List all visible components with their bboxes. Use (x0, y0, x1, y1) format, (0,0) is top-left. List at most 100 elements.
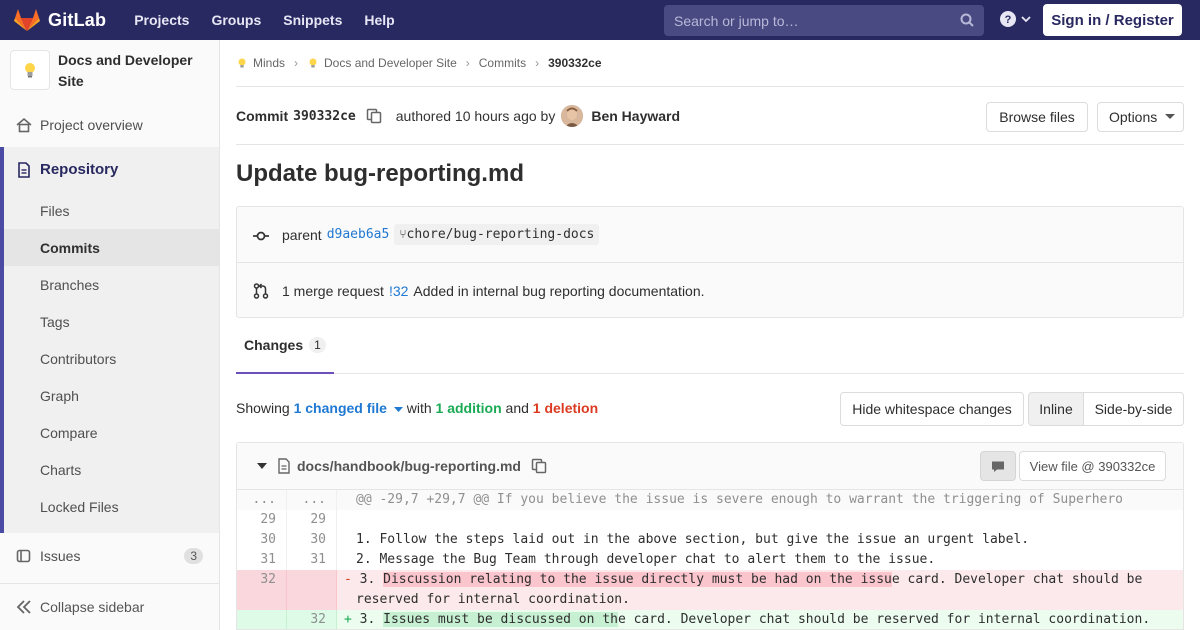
copy-icon[interactable] (366, 108, 382, 124)
nav-groups[interactable]: Groups (211, 12, 261, 28)
old-line-number (237, 610, 287, 629)
sidebar-item-tags[interactable]: Tags (0, 303, 219, 340)
commit-sha: 390332ce (293, 108, 356, 124)
deleted-wrap: reserved for internal coordination. (356, 592, 630, 607)
diff-line-added: 32 + 3. Issues must be discussed on the … (237, 610, 1183, 629)
tab-changes[interactable]: Changes 1 (236, 318, 334, 374)
breadcrumb-project[interactable]: Docs and Developer Site (307, 56, 457, 70)
copy-file-path-icon[interactable] (531, 458, 547, 474)
diff-file: docs/handbook/bug-reporting.md View file… (236, 442, 1184, 630)
sidebar-item-files[interactable]: Files (0, 192, 219, 229)
sidebar-item-graph[interactable]: Graph (0, 377, 219, 414)
breadcrumb-group-label: Minds (253, 56, 286, 70)
old-line-number[interactable]: ... (237, 490, 287, 510)
help-dropdown[interactable]: ? (1000, 11, 1032, 27)
merge-request-icon (253, 283, 269, 299)
sidebar-item-issues[interactable]: Issues 3 (0, 537, 219, 574)
comment-icon (992, 461, 1004, 472)
chevron-down-icon (1021, 16, 1031, 23)
home-icon (16, 117, 32, 132)
new-line-number[interactable]: 32 (287, 610, 337, 629)
branch-icon: ⑂ (399, 227, 407, 241)
breadcrumb-group[interactable]: Minds (236, 56, 285, 70)
branch-pill[interactable]: ⑂chore/bug-reporting-docs (394, 224, 600, 245)
sidebar-item-repository[interactable]: Repository (0, 151, 219, 188)
inline-view-button[interactable]: Inline (1028, 392, 1084, 426)
diff-line: 29 29 (237, 510, 1183, 530)
new-line-number[interactable]: ... (287, 490, 337, 510)
sidebar-item-contributors[interactable]: Contributors (0, 340, 219, 377)
search-input[interactable]: Search or jump to… (664, 5, 984, 36)
file-path[interactable]: docs/handbook/bug-reporting.md (297, 458, 521, 474)
sidebar-item-branches[interactable]: Branches (0, 266, 219, 303)
diff-hunk-row: ... ... @@ -29,7 +29,7 @@ If you believe… (237, 490, 1183, 510)
diff-file-header: docs/handbook/bug-reporting.md View file… (237, 443, 1183, 490)
brand-name: GitLab (48, 9, 107, 30)
parent-row: parent d9aeb6a5 ⑂chore/bug-reporting-doc… (237, 207, 1183, 263)
view-file-button[interactable]: View file @ 390332ce (1019, 451, 1166, 481)
breadcrumb-separator-icon: › (465, 56, 470, 70)
sidebar-item-charts[interactable]: Charts (0, 451, 219, 488)
nav-snippets[interactable]: Snippets (283, 12, 342, 28)
sidebar-item-project-overview[interactable]: Project overview (0, 106, 219, 143)
showing-label: Showing (236, 400, 290, 416)
browse-files-button[interactable]: Browse files (986, 102, 1088, 132)
old-line-number[interactable]: 29 (237, 510, 287, 530)
merge-request-link[interactable]: !32 (389, 283, 408, 299)
gitlab-logo[interactable]: GitLab (14, 8, 106, 32)
diff-line-code: 1. Follow the steps laid out in the abov… (356, 532, 1030, 547)
project-avatar-icon (309, 58, 317, 68)
deletion-marker: - (344, 572, 360, 587)
hide-whitespace-button[interactable]: Hide whitespace changes (840, 392, 1024, 426)
sidebar-item-label: Commits (40, 239, 100, 256)
merge-request-title: Added in internal bug reporting document… (413, 282, 705, 299)
comments-toggle-button[interactable] (980, 451, 1016, 481)
author-name[interactable]: Ben Hayward (591, 108, 680, 124)
new-line-number[interactable]: 31 (287, 550, 337, 570)
new-line-number[interactable]: 30 (287, 530, 337, 550)
diff-line-code: - 3. Discussion relating to the issue di… (337, 570, 1183, 610)
sign-in-button[interactable]: Sign in / Register (1043, 4, 1182, 36)
nav-projects[interactable]: Projects (134, 12, 189, 28)
sidebar-item-label: Tags (40, 313, 70, 330)
old-line-number[interactable]: 30 (237, 530, 287, 550)
caret-down-icon (393, 407, 403, 412)
project-header[interactable]: Docs and Developer Site (0, 40, 219, 106)
old-line-number[interactable]: 32 (237, 570, 287, 610)
collapse-sidebar-button[interactable]: Collapse sidebar (0, 583, 219, 630)
new-line-number[interactable]: 29 (287, 510, 337, 530)
sidebar-item-label: Branches (40, 276, 100, 293)
breadcrumb-commits[interactable]: Commits (479, 56, 526, 70)
sidebar-item-label: Project overview (40, 116, 143, 133)
added-rest: e card. Developer chat should be reserve… (617, 612, 1151, 627)
nav-help[interactable]: Help (364, 12, 394, 28)
breadcrumb-current[interactable]: 390332ce (548, 56, 601, 70)
collapse-caret-icon[interactable] (257, 462, 267, 470)
diff-line: 31 31 2. Message the Bug Team through de… (237, 550, 1183, 570)
additions-count: 1 addition (435, 400, 502, 416)
breadcrumb-project-label: Docs and Developer Site (324, 56, 457, 70)
new-line-number (287, 570, 337, 610)
commit-title: Update bug-reporting.md (236, 160, 524, 187)
sidebar-item-commits[interactable]: Commits (4, 229, 219, 266)
issues-count-badge: 3 (184, 547, 203, 564)
sidebar-item-compare[interactable]: Compare (0, 414, 219, 451)
changed-files-label: 1 changed file (293, 400, 387, 416)
hunk-header: @@ -29,7 +29,7 @@ If you believe the iss… (356, 492, 1124, 507)
project-name: Docs and Developer Site (58, 50, 193, 92)
diff-table: ... ... @@ -29,7 +29,7 @@ If you believe… (237, 490, 1183, 629)
sidebar-item-locked-files[interactable]: Locked Files (0, 488, 219, 525)
side-by-side-view-button[interactable]: Side-by-side (1083, 392, 1184, 426)
project-name-line2: Site (58, 73, 84, 89)
branch-name: chore/bug-reporting-docs (406, 227, 595, 242)
options-dropdown[interactable]: Options (1097, 102, 1184, 132)
sidebar-item-label: Locked Files (40, 498, 119, 515)
tab-changes-label: Changes (244, 337, 304, 353)
sidebar-item-label: Contributors (40, 350, 117, 367)
changed-files-dropdown[interactable]: 1 changed file (294, 400, 403, 416)
diff-line-code (337, 510, 1183, 530)
author-avatar[interactable] (561, 105, 584, 127)
parent-sha-link[interactable]: d9aeb6a5 (327, 227, 390, 242)
old-line-number[interactable]: 31 (237, 550, 287, 570)
document-icon (18, 161, 30, 178)
